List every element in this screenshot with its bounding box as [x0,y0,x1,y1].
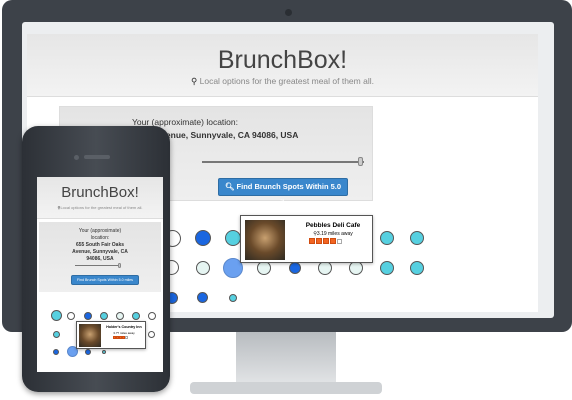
mobile-restaurant-card[interactable]: Holder's Country Inn 3.?? miles away [76,321,146,349]
restaurant-marker[interactable] [100,312,108,320]
restaurant-marker[interactable] [410,261,424,275]
star-icon [316,238,322,244]
distance-slider-handle[interactable] [358,157,363,166]
restaurant-card[interactable]: Pebbles Deli Cafe ⚲3.19 miles away [240,215,373,263]
restaurant-marker[interactable] [116,312,124,320]
star-icon [309,238,315,244]
restaurant-marker[interactable] [225,230,241,246]
mobile-location-address: 655 South Fair Oaks Avenue, Sunnyvale, CA… [39,242,161,263]
tagline: ⚲ Local options for the greatest meal of… [27,76,538,87]
restaurant-marker[interactable] [289,262,301,274]
restaurant-marker[interactable] [148,331,155,338]
address-line: Avenue, Sunnyvale, CA [72,249,128,255]
star-icon [323,238,329,244]
mobile-app-title: BrunchBox! [61,184,139,201]
restaurant-marker[interactable] [410,231,424,245]
restaurant-marker[interactable] [148,312,156,320]
mobile-tagline: ⚲Local options for the greatest meal of … [37,205,163,210]
restaurant-marker[interactable] [380,261,394,275]
restaurant-name: Pebbles Deli Cafe [305,222,361,229]
restaurant-distance: 3.?? miles away [113,331,135,335]
app-title: BrunchBox! [217,46,348,74]
phone-frame: BrunchBox! ⚲Local options for the greate… [22,126,170,392]
label-line: Your (approximate) [78,228,122,234]
restaurant-marker[interactable] [85,349,91,355]
restaurant-marker[interactable] [349,261,363,275]
monitor-stand [236,332,336,384]
address-line: 94086, USA [86,256,114,262]
restaurant-marker[interactable] [102,350,106,354]
mobile-distance-slider[interactable] [75,265,121,266]
mobile-slider-handle[interactable] [118,263,121,268]
restaurant-marker[interactable] [67,312,75,320]
restaurant-marker[interactable] [53,349,59,355]
restaurant-marker[interactable] [51,310,62,321]
star-empty-icon [125,336,128,339]
map-pin-icon: ⚲ [191,76,198,86]
mobile-find-brunch-button[interactable]: Find Brunch Spots Within 5.0 miles [71,275,139,285]
find-brunch-label: Find Brunch Spots Within 5.0 miles [236,182,342,207]
star-empty-icon [337,239,342,244]
restaurant-photo [245,220,285,260]
star-rating [309,238,342,244]
restaurant-marker[interactable] [84,312,92,320]
label-line: location: [90,235,110,241]
distance-text: 3.19 miles away [316,231,353,237]
address-line: 655 South Fair Oaks [75,242,125,248]
tagline-text: Local options for the greatest meal of t… [199,76,374,86]
tagline-text: Local options for the greatest meal of t… [60,205,143,210]
star-icon [330,238,336,244]
distance-slider-track[interactable] [202,161,364,163]
restaurant-marker[interactable] [132,312,140,320]
monitor-base [190,382,382,394]
find-brunch-button[interactable]: 🔍︎ Find Brunch Spots Within 5.0 miles [218,178,348,207]
restaurant-marker[interactable] [229,294,237,302]
header: BrunchBox! ⚲ Local options for the great… [27,34,538,97]
restaurant-marker[interactable] [318,261,332,275]
mobile-location-label: Your (approximate) location: [39,228,161,242]
restaurant-marker[interactable] [257,261,271,275]
camera-icon [74,155,79,160]
restaurant-distance: ⚲3.19 miles away [293,231,373,237]
speaker-grille [84,155,110,159]
mobile-location-panel: Your (approximate) location: 655 South Fa… [39,222,161,292]
restaurant-marker[interactable] [197,292,208,303]
restaurant-marker[interactable] [53,331,60,338]
camera-icon [285,9,292,16]
find-brunch-label: Find Brunch Spots Within 5.0 miles [77,278,133,282]
restaurant-marker[interactable] [196,261,210,275]
restaurant-marker[interactable] [195,230,211,246]
restaurant-photo [79,324,101,347]
search-icon: 🔍︎ [224,182,235,191]
restaurant-name: Holder's Country Inn [106,325,142,329]
mobile-header: BrunchBox! ⚲Local options for the greate… [37,177,163,219]
restaurant-marker[interactable] [380,231,394,245]
star-rating [113,336,128,339]
